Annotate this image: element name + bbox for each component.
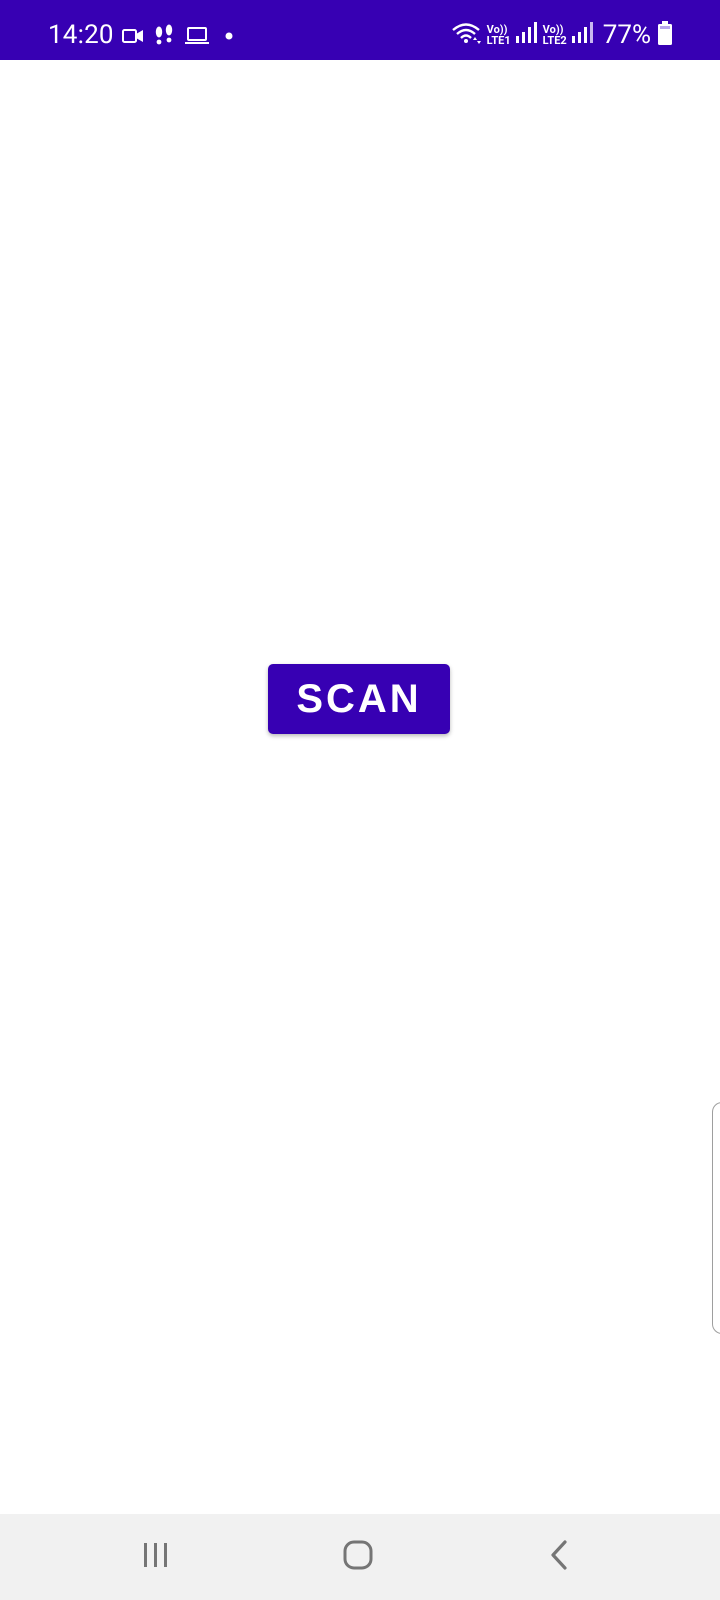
back-icon	[548, 1539, 572, 1575]
wifi-icon	[451, 21, 481, 49]
app-screen: 14:20 Vo)) LTE1 Vo)) LTE2 77% SCAN	[0, 0, 720, 1600]
lte2-indicator: Vo)) LTE2	[543, 24, 567, 46]
battery-icon	[658, 21, 672, 49]
lte2-label: LTE2	[542, 34, 567, 47]
signal-icon	[571, 21, 593, 49]
system-status-icons: Vo)) LTE1 Vo)) LTE2 77%	[451, 18, 672, 52]
battery-percent: 77%	[602, 20, 651, 50]
dot-icon	[220, 27, 238, 45]
laptop-icon	[184, 26, 210, 46]
scan-button[interactable]: SCAN	[268, 664, 450, 734]
signal-icon	[515, 21, 537, 49]
home-button[interactable]	[298, 1514, 418, 1600]
status-time: 14:20	[48, 20, 114, 50]
back-button[interactable]	[500, 1514, 620, 1600]
status-bar: 14:20 Vo)) LTE1 Vo)) LTE2 77%	[0, 0, 720, 60]
recents-button[interactable]	[96, 1514, 216, 1600]
navigation-bar	[0, 1514, 720, 1600]
home-icon	[342, 1539, 374, 1575]
notification-icons	[122, 22, 238, 50]
video-camera-icon	[122, 28, 144, 44]
recents-icon	[141, 1541, 171, 1573]
edge-panel-handle[interactable]	[712, 1102, 720, 1334]
lte1-label: LTE1	[486, 34, 511, 47]
footsteps-icon	[154, 24, 174, 48]
lte1-indicator: Vo)) LTE1	[487, 24, 511, 46]
